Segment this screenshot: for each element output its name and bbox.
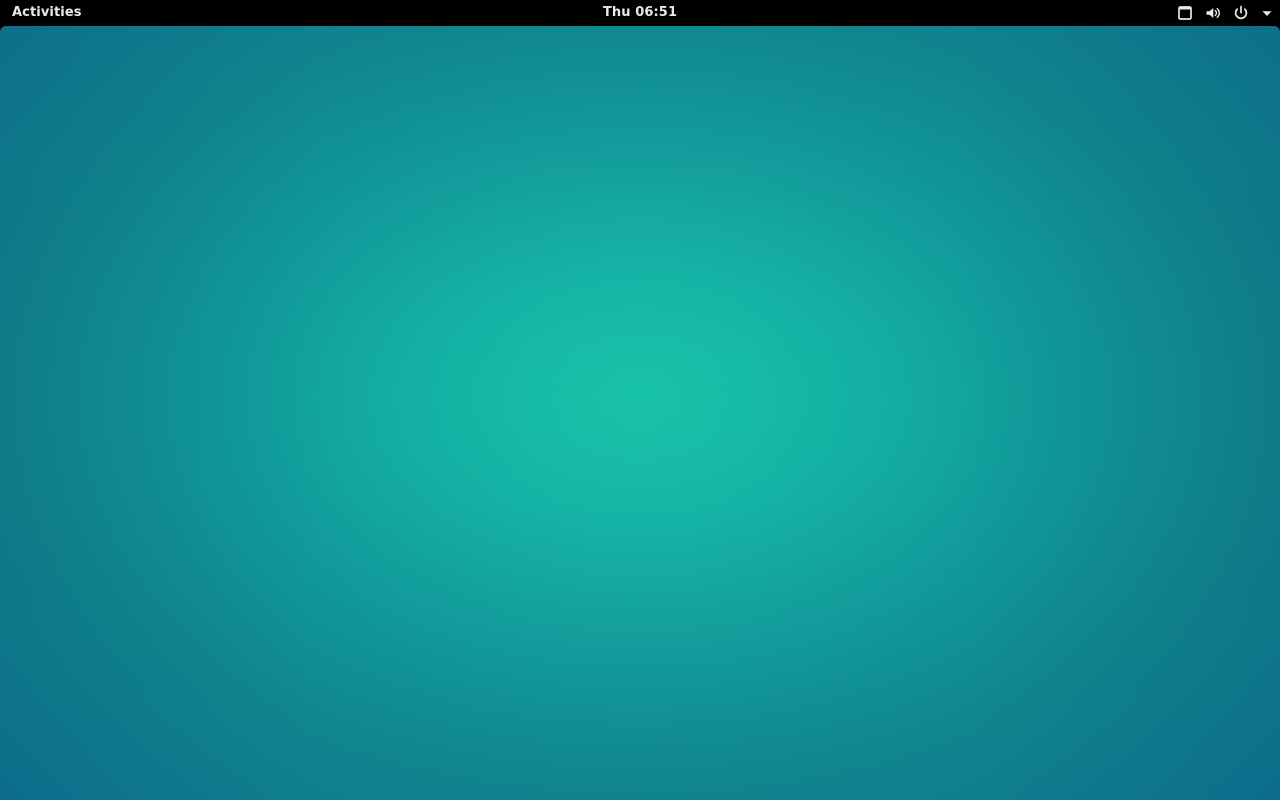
activities-button[interactable]: Activities: [0, 0, 94, 26]
power-icon[interactable]: [1232, 4, 1250, 22]
chevron-down-icon[interactable]: [1258, 4, 1276, 22]
window-icon[interactable]: [1176, 4, 1194, 22]
desktop-background: [0, 26, 1280, 800]
volume-icon[interactable]: [1204, 4, 1222, 22]
gnome-desktop-screen: Activities Thu 06:51: [0, 0, 1280, 800]
clock-menu[interactable]: Thu 06:51: [580, 0, 700, 26]
system-status-area[interactable]: [1164, 0, 1280, 26]
top-bar: Activities Thu 06:51: [0, 0, 1280, 26]
